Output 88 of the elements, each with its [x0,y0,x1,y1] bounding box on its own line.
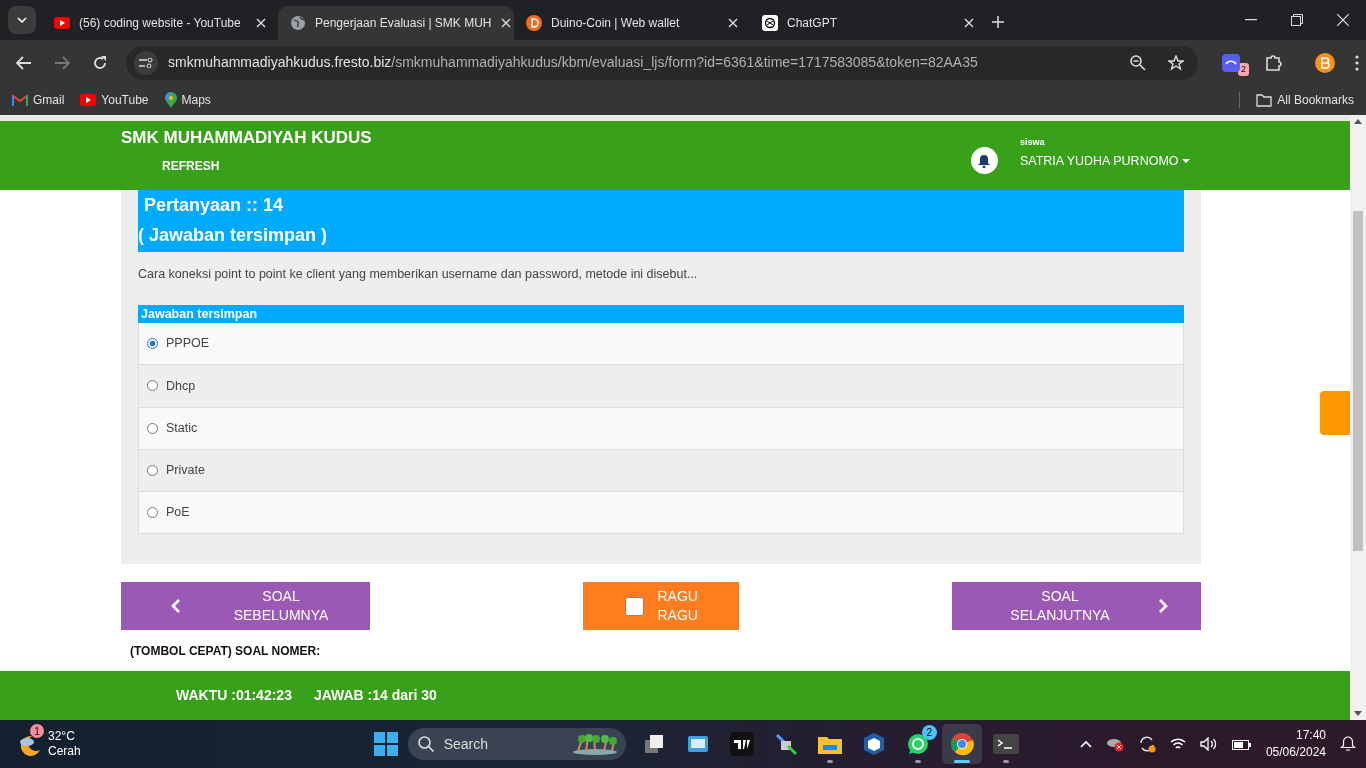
answer-status: ( Jawaban tersimpan ) [138,224,329,247]
start-icon[interactable] [373,732,398,756]
extension-badge: 2 [1238,62,1249,77]
youtube-logo-icon [54,17,70,29]
radio-button[interactable] [147,465,158,477]
scroll-up-icon[interactable] [1354,119,1362,124]
close-icon[interactable] [728,18,738,28]
cloud-error-icon[interactable] [1105,736,1124,752]
all-bookmarks[interactable]: All Bookmarks [1256,91,1354,109]
window-stack-icon [642,733,665,755]
next-question-button[interactable]: SOAL SELANJUTNYA [952,582,1201,631]
previous-question-button[interactable]: SOAL SEBELUMNYA [121,582,370,631]
date: 05/06/2024 [1265,744,1326,761]
radio-button[interactable] [147,380,158,392]
monitor-icon [686,733,709,755]
chevron-up-icon[interactable] [1079,740,1092,748]
time: 17:40 [1294,727,1326,744]
bell-icon[interactable] [970,147,998,174]
bookmark[interactable]: Gmail [12,91,65,109]
tab-list-button[interactable] [8,6,36,34]
weather-condition: Cerah [48,744,81,759]
bookmark[interactable]: Maps [164,91,211,109]
question-text: Cara koneksi point to point ke client yang memberikan username dan password, metode ini disebut... [138,266,699,283]
time-remaining: WAKTU :01:42:23 [176,686,292,705]
folder-icon [817,734,842,754]
radio-button[interactable] [147,507,158,519]
browser-tab[interactable]: (56) coding website - YouTube [42,6,278,40]
close-icon[interactable] [256,18,266,28]
terminal-icon [992,734,1019,754]
envelope-m-icon [12,94,28,106]
taskbar-app[interactable]: 2 [897,724,938,764]
quick-nav-label: (TOMBOL CEPAT) SOAL NOMER: [130,643,322,661]
speaker-icon[interactable] [1199,737,1218,751]
plant-drawing [571,733,618,755]
answer-option[interactable]: PoE [138,492,1184,535]
zoom-icon[interactable] [1130,54,1146,71]
chart-logo-icon [729,732,754,756]
browser-tab[interactable]: Duino-Coin | Web wallet [514,6,750,40]
coin-icon [526,15,542,31]
scroll-down-icon[interactable] [1354,711,1362,716]
radio-button[interactable] [147,338,158,350]
chevron-right-icon [1158,599,1168,614]
browser-tab[interactable]: ChatGPT [750,6,986,40]
bookmark[interactable]: YouTube [80,91,149,109]
site-settings-icon[interactable] [134,50,158,75]
search-icon [417,736,434,752]
youtube-logo-icon [80,94,97,106]
round-browser-logo-icon [949,732,974,756]
star-icon[interactable] [1168,54,1184,71]
chevron-down-icon [17,17,27,23]
answer-option[interactable]: PPPOE [138,323,1184,366]
answer-option[interactable]: Static [138,407,1184,450]
chevron-left-icon [171,599,181,614]
answer-option[interactable]: Dhcp [138,365,1184,408]
answer-option[interactable]: Private [138,449,1184,493]
radio-button[interactable] [147,422,158,434]
temperature: 32°C [48,729,76,744]
caret-icon [1182,158,1190,164]
extension-icon[interactable] [1222,53,1240,72]
taskbar-app[interactable] [941,724,982,764]
close-icon[interactable] [964,18,974,28]
new-tab-icon[interactable] [992,16,1004,28]
notification-badge: 2 [921,725,937,740]
more-menu-icon[interactable] [1355,54,1359,71]
answered-count: JAWAB :14 dari 30 [313,686,437,705]
wifi-icon[interactable] [1169,738,1186,750]
answer-header: Jawaban tersimpan [138,305,1184,323]
notification-badge: 1 [30,724,44,738]
user-role: siswa [1019,136,1046,149]
bell-icon[interactable] [1340,736,1356,752]
weather-widget[interactable]: 1 32°C Cerah [0,722,87,766]
map-pin-icon [164,92,177,108]
battery-icon[interactable] [1231,738,1252,750]
cube-icon [862,732,885,756]
puzzle-icon[interactable] [1265,53,1283,72]
folder-icon [1256,93,1273,107]
search-field[interactable]: Search [407,728,626,760]
school-name: SMK MUHAMMADIYAH KUDUS [121,127,372,149]
address-bar[interactable]: smkmuhammadiyahkudus.fresto.biz/smkmuhammadiyahkudus/kbm/evaluasi_ljs/form?id=6361&time=1717583085&token=82AA35 [126,45,1198,80]
scrollbar[interactable] [1350,115,1366,720]
bitcoin-icon[interactable] [1315,52,1335,73]
browser-tab[interactable]: Pengerjaan Evaluasi | SMK MUH [278,6,514,40]
checkbox[interactable] [624,597,644,616]
close-icon[interactable] [500,18,511,28]
question-title: Pertanyaan :: 14 [143,194,285,217]
clock[interactable]: 17:40 05/06/2024 [1265,727,1326,761]
sync-icon[interactable] [1137,735,1156,753]
globe-icon [290,15,306,31]
